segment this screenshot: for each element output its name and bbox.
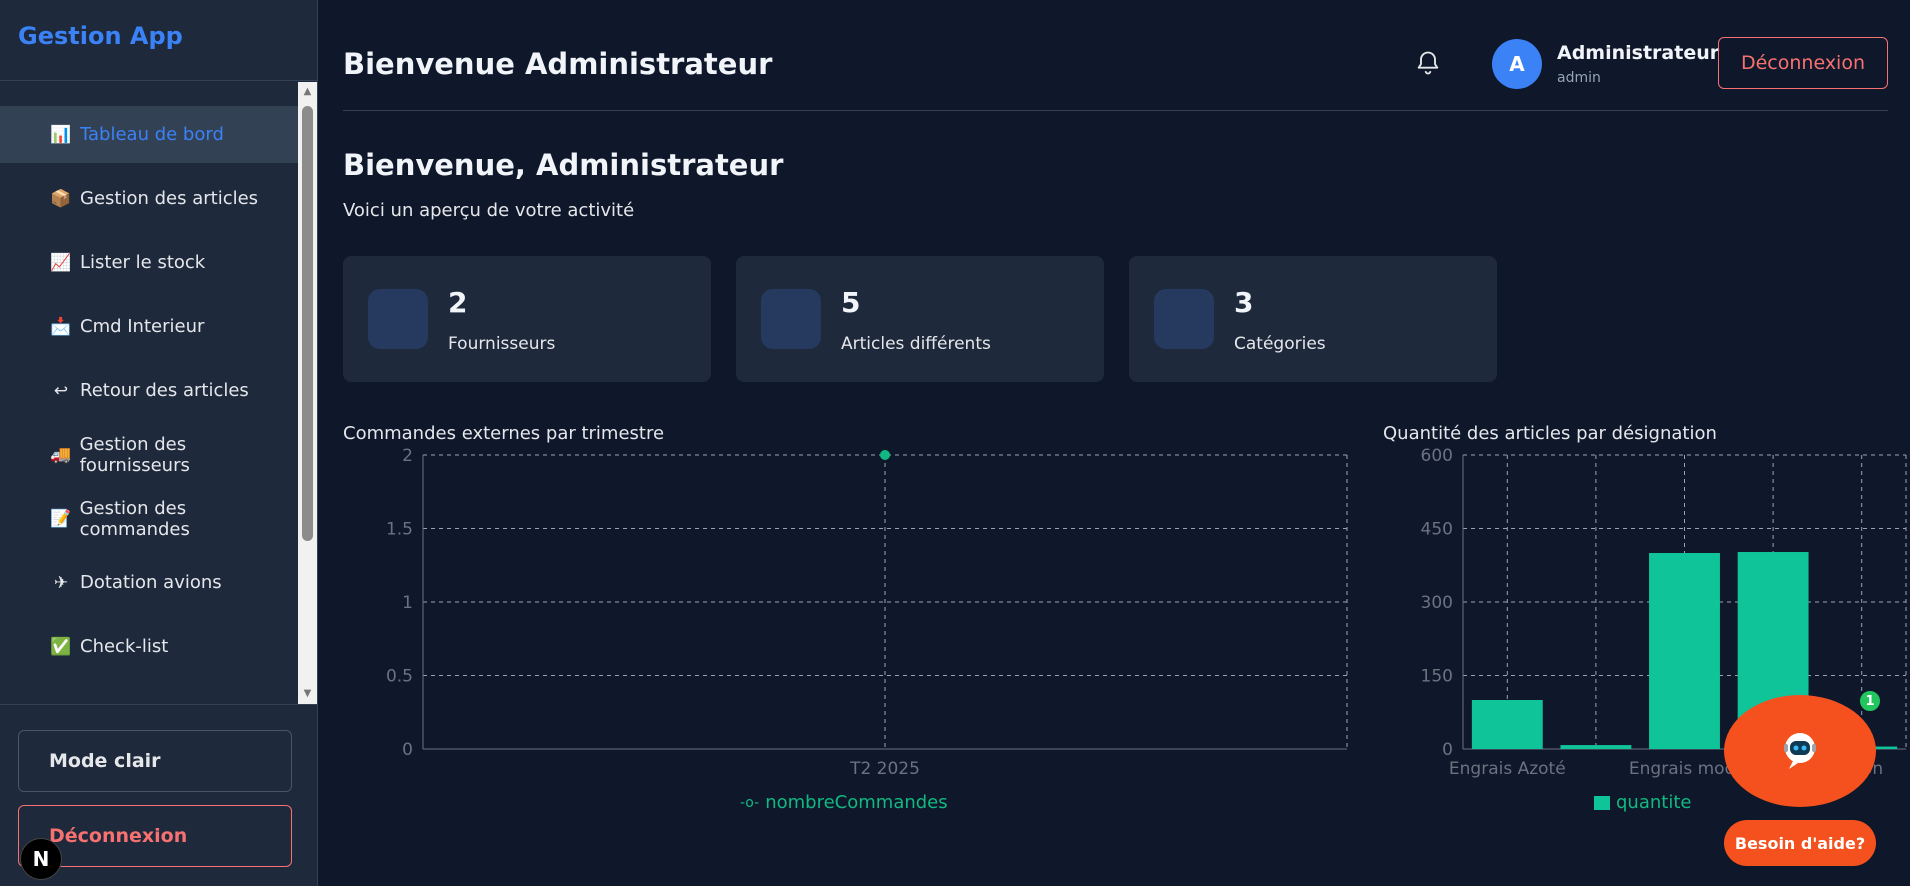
y-tick-label: 600 [1421,446,1453,466]
legend-quantite[interactable]: quantite [1594,792,1691,813]
y-tick-label: 450 [1421,520,1453,540]
y-tick-label: 0 [1442,740,1453,760]
legend-label: quantite [1616,792,1692,813]
chatbot-button[interactable] [1724,695,1876,807]
help-button[interactable]: Besoin d'aide? [1724,820,1876,866]
y-tick-label: 150 [1421,667,1453,687]
bar-legend-swatch [1594,795,1610,810]
bar [1471,700,1543,749]
notification-badge: 1 [1858,689,1882,713]
bar-chart-quantite: 0150300450600Engrais AzotéEngrais modiat… [1421,446,1907,779]
robot-icon [1784,733,1816,769]
x-tick-label: Engrais modi [1629,759,1740,779]
bar [1560,745,1632,749]
x-tick-label: Engrais Azoté [1449,759,1566,779]
y-tick-label: 300 [1421,593,1453,613]
bar [1649,553,1720,749]
